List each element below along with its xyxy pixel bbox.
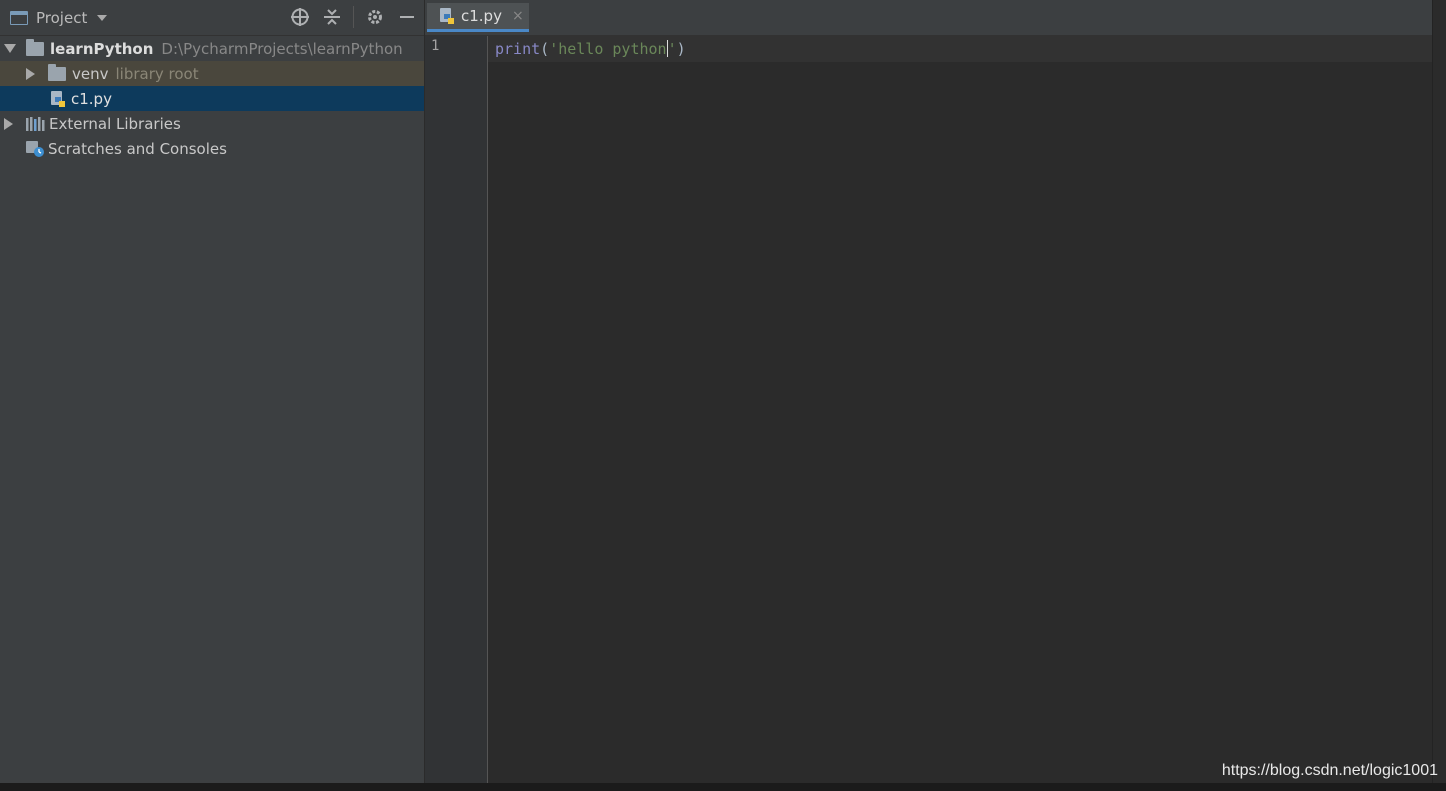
hide-panel-button[interactable] <box>396 6 418 28</box>
close-icon[interactable]: × <box>512 8 524 24</box>
collapsed-arrow-icon[interactable] <box>4 117 13 130</box>
project-view-selector[interactable]: Project <box>10 6 108 30</box>
tree-label: External Libraries <box>49 114 181 133</box>
collapse-all-icon <box>324 9 340 25</box>
header-divider <box>353 6 354 28</box>
collapsed-arrow-icon[interactable] <box>26 67 35 80</box>
watermark-text: https://blog.csdn.net/logic1001 <box>1221 762 1438 779</box>
line-number: 1 <box>431 38 440 54</box>
python-file-icon <box>51 90 65 107</box>
right-tool-strip <box>1432 0 1446 783</box>
collapse-all-button[interactable] <box>321 6 343 28</box>
project-window-icon <box>10 11 28 25</box>
crosshair-icon <box>291 8 309 26</box>
string-literal: 'hello python <box>549 40 667 58</box>
line-number-gutter: 1 <box>425 36 488 783</box>
project-name: learnPython <box>50 39 154 58</box>
project-path: D:\PycharmProjects\learnPython <box>161 39 403 58</box>
expand-arrow-icon[interactable] <box>4 44 16 53</box>
library-icon <box>26 116 45 131</box>
open-paren: ( <box>540 40 550 58</box>
ide-window: Project learnPython D:\PycharmProjects\l… <box>0 0 1446 791</box>
project-panel: Project learnPython D:\PycharmProjects\l… <box>0 0 425 783</box>
folder-icon <box>26 38 44 56</box>
folder-label: venv <box>72 64 109 83</box>
project-panel-header: Project <box>0 0 424 36</box>
tree-label: Scratches and Consoles <box>48 139 227 158</box>
tree-item-learnpython[interactable]: learnPython D:\PycharmProjects\learnPyth… <box>0 36 424 61</box>
file-label: c1.py <box>71 89 112 108</box>
python-file-icon <box>440 8 454 24</box>
tree-item-scratches[interactable]: Scratches and Consoles <box>0 136 424 161</box>
tree-item-venv[interactable]: venv library root <box>0 61 424 86</box>
project-panel-title: Project <box>36 9 88 27</box>
minimize-icon <box>400 16 414 18</box>
builtin-function: print <box>495 40 541 58</box>
folder-hint: library root <box>115 64 199 83</box>
settings-button[interactable] <box>364 6 386 28</box>
folder-icon <box>48 63 66 81</box>
locate-file-button[interactable] <box>289 6 311 28</box>
tab-label: c1.py <box>461 7 502 25</box>
editor-area: c1.py × 1 print('hello python') <box>425 0 1432 783</box>
string-quote-end: ' <box>667 40 677 58</box>
scratches-icon <box>26 140 44 157</box>
code-editor[interactable]: print('hello python') <box>495 38 686 60</box>
bottom-border <box>0 783 1446 791</box>
tree-item-c1-py[interactable]: c1.py <box>0 86 424 111</box>
gear-icon <box>368 10 382 24</box>
project-tree: learnPython D:\PycharmProjects\learnPyth… <box>0 36 424 161</box>
tree-item-external-libraries[interactable]: External Libraries <box>0 111 424 136</box>
editor-tab-bar: c1.py × <box>425 0 1432 36</box>
close-paren: ) <box>676 40 686 58</box>
tab-c1-py[interactable]: c1.py × <box>427 3 529 32</box>
chevron-down-icon <box>97 15 108 21</box>
